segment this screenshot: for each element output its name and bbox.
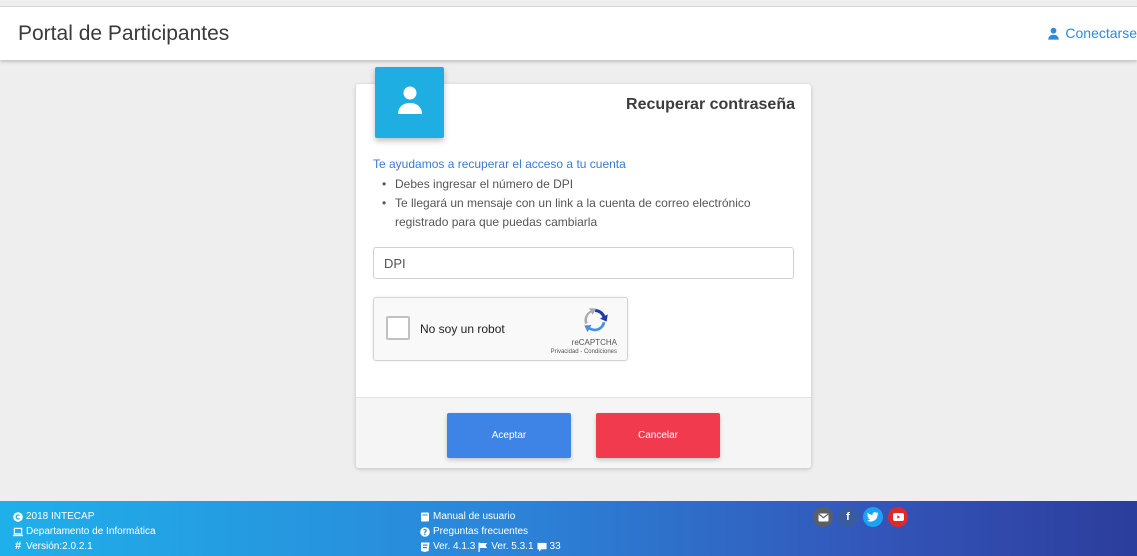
css3-icon bbox=[420, 542, 430, 552]
recaptcha-brand: reCAPTCHA bbox=[571, 338, 617, 347]
instructions-list: Debes ingresar el número de DPI Te llega… bbox=[378, 175, 778, 232]
comment-icon bbox=[536, 542, 547, 552]
connect-link[interactable]: Conectarse bbox=[1047, 25, 1137, 41]
faq-link[interactable]: ? Preguntas frecuentes bbox=[420, 524, 561, 539]
cancel-button[interactable]: Cancelar bbox=[596, 413, 720, 458]
page-title: Portal de Participantes bbox=[18, 22, 230, 45]
laptop-icon bbox=[13, 527, 23, 537]
recaptcha-logo-icon bbox=[581, 306, 609, 339]
page-footer: 2018 INTECAP Departamento de Informática… bbox=[0, 501, 1137, 556]
list-item: Te llegará un mensaje con un link a la c… bbox=[378, 194, 778, 232]
accept-button[interactable]: Aceptar bbox=[447, 413, 571, 458]
copyright-icon bbox=[13, 511, 23, 522]
user-icon bbox=[397, 85, 423, 120]
connect-label: Conectarse bbox=[1065, 25, 1137, 41]
comment-count: 33 bbox=[549, 541, 561, 552]
facebook-icon[interactable]: f bbox=[838, 507, 858, 527]
version-row: Ver. 4.1.3 Ver. 5.3.1 33 bbox=[420, 539, 561, 554]
social-links: f bbox=[813, 507, 908, 527]
manual-label: Manual de usuario bbox=[433, 511, 516, 522]
footer-info: 2018 INTECAP Departamento de Informática… bbox=[13, 509, 156, 554]
mail-icon[interactable] bbox=[813, 507, 833, 527]
book-icon bbox=[420, 512, 430, 522]
top-navbar: Portal de Participantes Conectarse bbox=[0, 6, 1137, 60]
manual-link[interactable]: Manual de usuario bbox=[420, 509, 561, 524]
youtube-icon[interactable] bbox=[888, 507, 908, 527]
footer-links: Manual de usuario ? Preguntas frecuentes… bbox=[420, 509, 561, 554]
dpi-input[interactable] bbox=[373, 247, 794, 279]
copyright-text: 2018 INTECAP bbox=[26, 511, 95, 522]
user-icon bbox=[1047, 27, 1060, 40]
faq-label: Preguntas frecuentes bbox=[433, 526, 529, 537]
version-b: Ver. 5.3.1 bbox=[491, 541, 534, 552]
version-text: Versión:2.0.2.1 bbox=[26, 541, 93, 552]
twitter-icon[interactable] bbox=[863, 507, 883, 527]
flag-icon bbox=[478, 542, 488, 552]
recaptcha-terms-link[interactable]: Privacidad - Condiciones bbox=[551, 349, 617, 355]
svg-text:?: ? bbox=[423, 528, 427, 537]
list-item: Debes ingresar el número de DPI bbox=[378, 175, 778, 194]
department-text: Departamento de Informática bbox=[26, 526, 156, 537]
recover-password-card: Recuperar contraseña Te ayudamos a recup… bbox=[356, 84, 811, 468]
question-icon: ? bbox=[420, 526, 430, 537]
card-subtitle: Te ayudamos a recuperar el acceso a tu c… bbox=[373, 157, 626, 171]
card-footer: Aceptar Cancelar bbox=[356, 397, 811, 468]
card-title: Recuperar contraseña bbox=[626, 96, 795, 113]
recaptcha-label: No soy un robot bbox=[420, 322, 505, 336]
version-a: Ver. 4.1.3 bbox=[433, 541, 476, 552]
recaptcha-widget: No soy un robot reCAPTCHA Privacidad - C… bbox=[373, 297, 628, 361]
recaptcha-checkbox[interactable] bbox=[386, 316, 410, 340]
user-avatar-tile bbox=[375, 67, 444, 138]
hash-icon: # bbox=[14, 540, 22, 552]
